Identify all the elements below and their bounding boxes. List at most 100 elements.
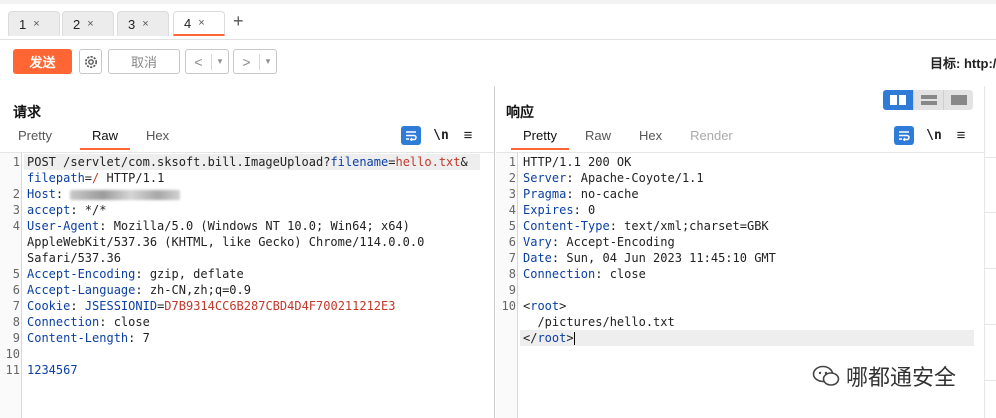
code-text: filepath=/ HTTP/1.1 [27, 170, 164, 186]
split-vertical-icon[interactable] [913, 90, 943, 110]
code-line[interactable]: 5 Content-Type: text/xml;charset=GBK [496, 218, 974, 234]
repeater-tab-3[interactable]: 3 × [117, 11, 169, 36]
tab-hex[interactable]: Hex [639, 126, 662, 150]
line-number: 1 [12, 155, 20, 169]
tab-label: 4 [184, 15, 192, 31]
code-line[interactable]: 11 1234567 [0, 362, 480, 378]
code-text: Pragma: no-cache [523, 186, 639, 202]
syntax-text: Safari/537.36 [27, 251, 121, 265]
syntax-text: POST /servlet/com.sksoft.bill.ImageUploa… [27, 155, 331, 169]
line-number: 1 [508, 155, 516, 169]
code-line[interactable]: 6 Vary: Accept-Encoding [496, 234, 974, 250]
chevron-down-icon[interactable]: ▾ [260, 56, 276, 67]
syntax-value: hello.txt [395, 155, 461, 169]
chevron-right-icon[interactable]: > [234, 53, 260, 70]
code-line[interactable]: 3 accept: */* [0, 202, 480, 218]
panel-divider[interactable] [494, 86, 495, 418]
close-icon[interactable]: × [198, 17, 204, 29]
tab-pretty[interactable]: Pretty [18, 126, 52, 150]
syntax-key: User-Agent [27, 219, 100, 233]
show-newlines-icon[interactable]: \n [924, 128, 944, 143]
code-text: Vary: Accept-Encoding [523, 234, 675, 250]
line-number: 4 [508, 203, 516, 217]
syntax-key: filename [330, 155, 389, 169]
tab-hex[interactable]: Hex [146, 126, 169, 150]
syntax-text: : close [595, 267, 646, 281]
code-line[interactable]: 7 Cookie: JSESSIONID=D7B9314CC6B287CBD4D4… [0, 298, 480, 314]
close-icon[interactable]: × [33, 18, 39, 30]
code-line[interactable]: Safari/537.36 [0, 250, 480, 266]
code-line[interactable]: 9 [496, 282, 974, 298]
cancel-button[interactable]: 取消 [108, 49, 180, 74]
code-line[interactable]: </root> [520, 330, 974, 346]
split-horizontal-icon[interactable] [883, 90, 913, 110]
line-number: 8 [12, 315, 20, 329]
code-line[interactable]: filepath=/ HTTP/1.1 [0, 170, 480, 186]
target-label[interactable]: 目标: http:/ [930, 53, 996, 72]
code-line[interactable]: 2 Host: [0, 186, 480, 202]
code-text: </root> [523, 330, 575, 346]
line-number: 7 [508, 251, 516, 265]
code-line[interactable]: 2 Server: Apache-Coyote/1.1 [496, 170, 974, 186]
close-icon[interactable]: × [142, 18, 148, 30]
code-line[interactable]: 1 HTTP/1.1 200 OK [496, 154, 974, 170]
code-line[interactable]: 4 User-Agent: Mozilla/5.0 (Windows NT 10.… [0, 218, 480, 234]
send-button[interactable]: 发送 [13, 49, 72, 74]
syntax-key: accept [27, 203, 71, 217]
code-line[interactable]: 3 Pragma: no-cache [496, 186, 974, 202]
syntax-key: JSESSIONID [84, 299, 158, 313]
code-text: Content-Length: 7 [27, 330, 150, 346]
request-editor[interactable]: 1 POST /servlet/com.sksoft.bill.ImageUplo… [0, 152, 494, 418]
history-forward-button[interactable]: > ▾ [233, 49, 277, 74]
tab-raw[interactable]: Raw [585, 126, 611, 150]
code-text: HTTP/1.1 200 OK [523, 154, 631, 170]
line-number: 6 [12, 283, 20, 297]
repeater-tab-1[interactable]: 1 × [8, 11, 60, 36]
code-line[interactable]: 8 Connection: close [496, 266, 974, 282]
chevron-down-icon[interactable]: ▾ [212, 56, 228, 67]
line-number: 9 [12, 331, 20, 345]
syntax-key: Accept-Language [27, 283, 136, 297]
menu-icon[interactable]: ≡ [461, 127, 475, 144]
single-pane-icon[interactable] [943, 90, 973, 110]
response-pane-icons: \n ≡ [894, 126, 968, 145]
code-text: Expires: 0 [523, 202, 595, 218]
settings-button[interactable] [79, 49, 102, 74]
tab-pretty[interactable]: Pretty [511, 126, 569, 150]
syntax-text: : [70, 299, 85, 313]
tab-render[interactable]: Render [690, 126, 733, 150]
repeater-tab-2[interactable]: 2 × [62, 11, 114, 36]
menu-icon[interactable]: ≡ [954, 127, 968, 144]
close-icon[interactable]: × [87, 18, 93, 30]
code-line[interactable]: 8 Connection: close [0, 314, 480, 330]
syntax-key: Accept-Encoding [27, 267, 136, 281]
code-line[interactable]: 5 Accept-Encoding: gzip, deflate [0, 266, 480, 282]
code-line[interactable]: 1 POST /servlet/com.sksoft.bill.ImageUplo… [13, 154, 480, 170]
code-text: POST /servlet/com.sksoft.bill.ImageUploa… [27, 154, 468, 170]
code-line[interactable]: 4 Expires: 0 [496, 202, 974, 218]
syntax-key: Connection [27, 315, 100, 329]
code-line[interactable]: AppleWebKit/537.36 (KHTML, like Gecko) C… [0, 234, 480, 250]
code-line[interactable]: /pictures/hello.txt [496, 314, 974, 330]
code-line[interactable]: 10 <root> [496, 298, 974, 314]
code-line[interactable]: 6 Accept-Language: zh-CN,zh;q=0.9 [0, 282, 480, 298]
show-newlines-icon[interactable]: \n [431, 128, 451, 143]
code-text: Safari/537.36 [27, 250, 121, 266]
code-text: <root> [523, 298, 566, 314]
line-number: 10 [501, 299, 516, 313]
chevron-left-icon[interactable]: < [186, 53, 212, 70]
code-text: AppleWebKit/537.36 (KHTML, like Gecko) C… [27, 234, 424, 250]
code-line[interactable]: 7 Date: Sun, 04 Jun 2023 11:45:10 GMT [496, 250, 974, 266]
code-line[interactable]: 9 Content-Length: 7 [0, 330, 480, 346]
code-line[interactable]: 10 [0, 346, 480, 362]
new-tab-button[interactable]: + [233, 11, 244, 32]
syntax-text: : 0 [573, 203, 596, 217]
syntax-key: Content-Length [27, 331, 129, 345]
wrap-lines-icon[interactable] [894, 126, 914, 145]
history-back-button[interactable]: < ▾ [185, 49, 229, 74]
tab-raw[interactable]: Raw [79, 126, 130, 150]
syntax-text: = [84, 171, 93, 185]
wrap-lines-icon[interactable] [401, 126, 421, 145]
repeater-tab-4[interactable]: 4 × [173, 11, 225, 36]
code-text: Accept-Language: zh-CN,zh;q=0.9 [27, 282, 251, 298]
